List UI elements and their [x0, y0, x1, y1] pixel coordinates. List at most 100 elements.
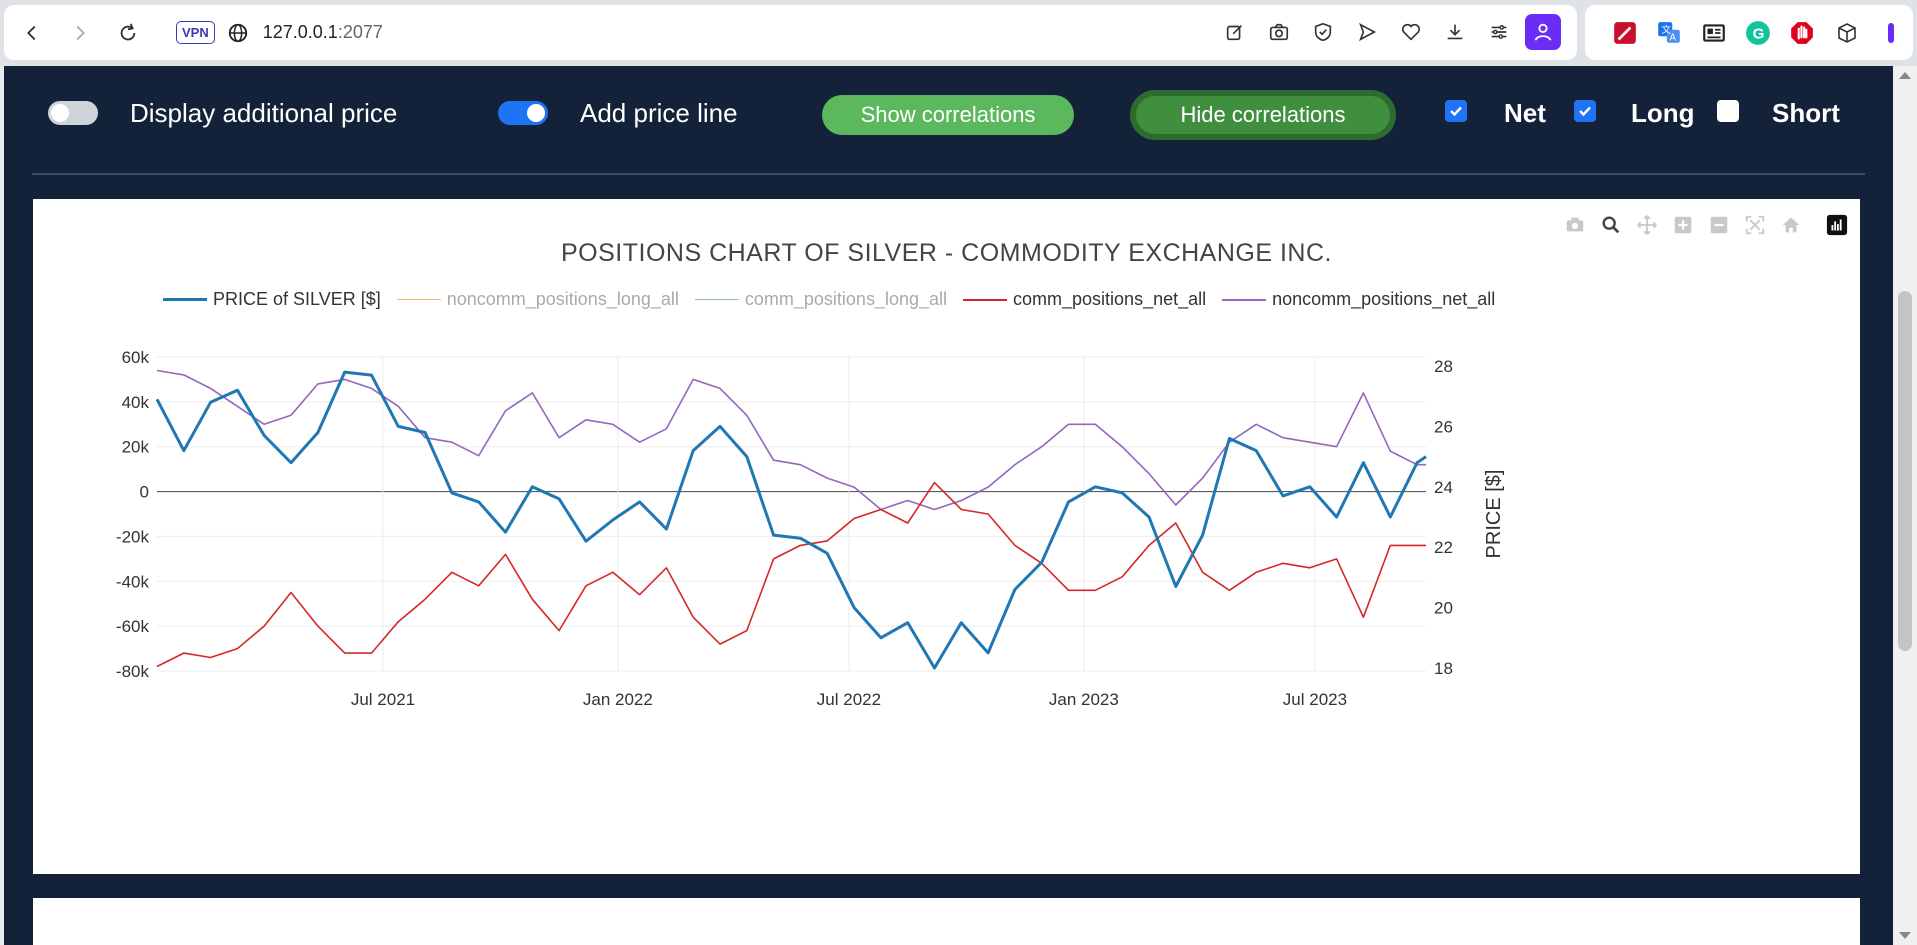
- legend-swatch: [396, 299, 441, 300]
- y2-tick-label: 28: [1434, 357, 1453, 376]
- translate-icon: 文A: [1658, 21, 1681, 43]
- hide-correlations-button[interactable]: Hide correlations: [1130, 90, 1396, 140]
- legend-label: noncomm_positions_long_all: [446, 289, 679, 309]
- legend-item-noncomm-net[interactable]: noncomm_positions_net_all: [1222, 289, 1495, 310]
- short-checkbox[interactable]: [1717, 100, 1739, 122]
- chart-modebar: [1560, 211, 1852, 239]
- series-line-comm-positions-net-all: [156, 481, 1426, 668]
- extension-puzzle[interactable]: [1824, 13, 1868, 53]
- edit-icon: [1226, 24, 1243, 41]
- scroll-down-arrow[interactable]: [1899, 932, 1911, 939]
- url-port: :2077: [337, 22, 383, 42]
- cube-icon: [1837, 22, 1856, 43]
- back-button[interactable]: [12, 13, 52, 53]
- address-bar[interactable]: VPN 127.0.0.1:2077: [4, 5, 1577, 60]
- extension-wand[interactable]: [1603, 13, 1647, 53]
- reload-button[interactable]: [108, 13, 148, 53]
- y2-tick-label: 20: [1434, 599, 1453, 618]
- long-checkbox-label: Long: [1631, 98, 1695, 128]
- pan-button[interactable]: [1632, 211, 1662, 239]
- vpn-badge[interactable]: VPN: [176, 21, 215, 44]
- legend-item-price[interactable]: PRICE of SILVER [$]: [163, 289, 381, 310]
- shield-button[interactable]: [1301, 12, 1345, 52]
- user-icon: [1534, 23, 1552, 41]
- y2-tick-label: 24: [1434, 478, 1453, 497]
- edit-button[interactable]: [1213, 12, 1257, 52]
- display-additional-price-toggle[interactable]: [48, 101, 98, 125]
- long-checkbox[interactable]: [1574, 100, 1596, 122]
- svg-text:G: G: [1753, 25, 1765, 42]
- send-button[interactable]: [1345, 12, 1389, 52]
- plotly-logo-icon: [1826, 214, 1848, 236]
- home-icon: [1782, 217, 1800, 233]
- extension-adblock[interactable]: [1780, 13, 1824, 53]
- forward-arrow-icon: [76, 25, 85, 40]
- series-line-noncomm-positions-net-all: [156, 369, 1426, 511]
- y2-tick-label: 22: [1434, 538, 1453, 557]
- plotly-logo-button[interactable]: [1822, 211, 1852, 239]
- extensions-bar: 文A G: [1585, 5, 1913, 60]
- zoom-in-button[interactable]: [1668, 211, 1698, 239]
- zoom-out-button[interactable]: [1704, 211, 1734, 239]
- y-tick-label: -20k: [116, 527, 150, 546]
- legend-swatch: [163, 298, 207, 301]
- y2-axis-title: PRICE [$]: [1483, 470, 1505, 559]
- legend-item-comm-long[interactable]: comm_positions_long_all: [694, 289, 947, 310]
- y2-tick-label: 26: [1434, 417, 1453, 436]
- plus-box-icon: [1674, 216, 1692, 234]
- reload-icon: [120, 22, 136, 40]
- newspaper-icon: [1702, 23, 1725, 42]
- extension-grammarly[interactable]: G: [1736, 13, 1780, 53]
- settings-button[interactable]: [1477, 12, 1521, 52]
- legend-swatch: [1222, 298, 1267, 301]
- scroll-thumb[interactable]: [1898, 291, 1912, 651]
- download-plot-button[interactable]: [1560, 211, 1590, 239]
- url-host: 127.0.0.1: [262, 22, 338, 42]
- zoom-button[interactable]: [1596, 211, 1626, 239]
- favorite-button[interactable]: [1389, 12, 1433, 52]
- legend-item-noncomm-long[interactable]: noncomm_positions_long_all: [396, 289, 679, 310]
- page-scrollbar[interactable]: [1893, 66, 1917, 945]
- url-text[interactable]: 127.0.0.1:2077: [263, 22, 383, 43]
- extension-sidebar[interactable]: [1869, 13, 1913, 53]
- short-checkbox-label: Short: [1772, 98, 1840, 128]
- wand-icon: [1614, 21, 1636, 44]
- legend-swatch: [963, 298, 1008, 301]
- screenshot-button[interactable]: [1257, 12, 1301, 52]
- y2-tick-label: 18: [1434, 659, 1453, 678]
- net-checkbox[interactable]: [1445, 100, 1467, 122]
- svg-text:A: A: [1670, 32, 1677, 43]
- x-tick-label: Jul 2021: [351, 690, 415, 709]
- controls-bar: Display additional price Add price line …: [4, 66, 1893, 172]
- camera-icon: [1269, 23, 1289, 41]
- chart-title: POSITIONS CHART OF SILVER - COMMODITY EX…: [561, 239, 1332, 267]
- magnifier-icon: [1602, 216, 1620, 234]
- sliders-icon: [1491, 25, 1507, 39]
- series-line-price-of-silver-: [155, 370, 1427, 670]
- divider: [32, 173, 1865, 175]
- add-price-line-toggle[interactable]: [498, 101, 548, 125]
- y-tick-label: 20k: [122, 438, 150, 457]
- net-checkbox-label: Net: [1504, 98, 1546, 128]
- scroll-up-arrow[interactable]: [1899, 72, 1911, 79]
- legend-label: comm_positions_net_all: [1013, 289, 1207, 309]
- legend-item-comm-net[interactable]: comm_positions_net_all: [963, 289, 1206, 310]
- download-icon: [1447, 24, 1463, 40]
- extension-translate[interactable]: 文A: [1647, 13, 1691, 53]
- send-icon: [1359, 22, 1377, 42]
- legend-swatch: [694, 299, 739, 300]
- checkmark-icon: [1579, 106, 1591, 117]
- download-button[interactable]: [1433, 12, 1477, 52]
- forward-button[interactable]: [60, 13, 100, 53]
- checkmark-icon: [1450, 106, 1462, 117]
- y-tick-label: 40k: [122, 393, 150, 412]
- extension-reader[interactable]: [1692, 13, 1736, 53]
- app-container: Display additional price Add price line …: [4, 66, 1893, 945]
- reset-axes-button[interactable]: [1776, 211, 1806, 239]
- sidebar-icon: [1887, 22, 1894, 43]
- legend-label: noncomm_positions_net_all: [1272, 289, 1496, 309]
- autoscale-button[interactable]: [1740, 211, 1770, 239]
- profile-button[interactable]: [1521, 12, 1565, 52]
- next-card: [33, 898, 1860, 945]
- show-correlations-button[interactable]: Show correlations: [822, 95, 1074, 135]
